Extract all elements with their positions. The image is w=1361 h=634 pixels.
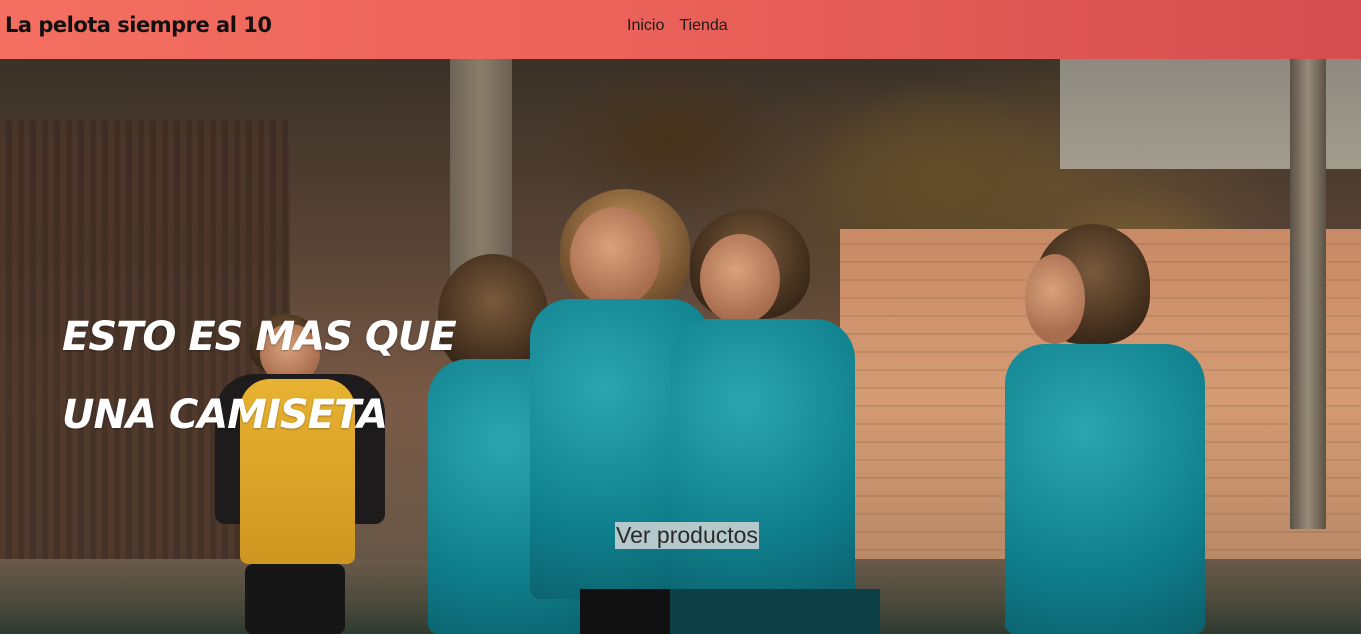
hero-banner: Esto es mas que una camiseta Ver product… xyxy=(0,59,1361,634)
top-navbar: La pelota siempre al 10 Inicio Tienda xyxy=(0,0,1361,59)
nav-link-tienda[interactable]: Tienda xyxy=(679,17,727,35)
utility-pole xyxy=(1290,59,1326,529)
main-nav: Inicio Tienda xyxy=(627,17,728,35)
nav-link-inicio[interactable]: Inicio xyxy=(627,17,664,35)
site-logo-text[interactable]: La pelota siempre al 10 xyxy=(5,13,272,37)
ver-productos-button[interactable]: Ver productos xyxy=(615,522,759,549)
hero-title: Esto es mas que una camiseta xyxy=(62,313,457,438)
player-dark-hair xyxy=(660,209,900,634)
player-number-13 xyxy=(1000,224,1210,634)
